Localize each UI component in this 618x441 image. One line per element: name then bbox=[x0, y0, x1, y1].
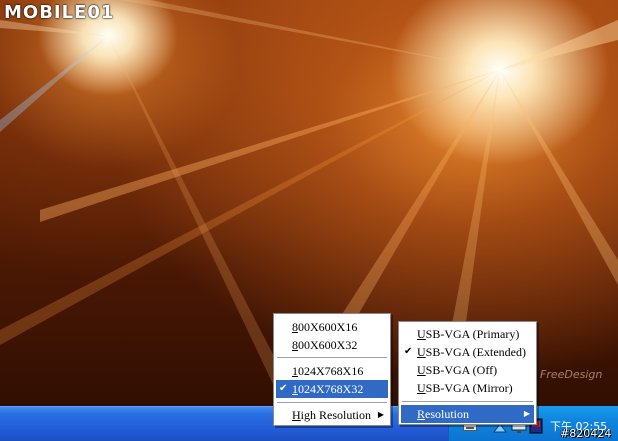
menu-item-label: 024X768X32 bbox=[298, 382, 364, 396]
menu-item-label: SB-VGA (Primary) bbox=[425, 327, 520, 341]
menu-item-1024x768x16[interactable]: 1024X768X16 bbox=[276, 362, 388, 380]
menu-item-800x600x16[interactable]: 800X600X16 bbox=[276, 318, 388, 336]
accel-char: H bbox=[292, 408, 301, 422]
menu-separator bbox=[277, 402, 387, 403]
mobile01-logo: MOBILE01 bbox=[4, 2, 115, 23]
menu-item-label: 024X768X16 bbox=[298, 364, 364, 378]
watermark-text: FreeDesign bbox=[540, 368, 603, 381]
accel-char: U bbox=[417, 345, 426, 359]
menu-item-label: 00X600X16 bbox=[298, 320, 358, 334]
accel-char: U bbox=[417, 381, 426, 395]
menu-item-usb-vga-mirror[interactable]: USB-VGA (Mirror) bbox=[401, 379, 534, 397]
id-badge: #820424 bbox=[560, 427, 612, 440]
accel-char: U bbox=[417, 363, 426, 377]
menu-separator bbox=[402, 401, 533, 402]
menu-item-label: 00X600X32 bbox=[298, 338, 358, 352]
menu-item-800x600x32[interactable]: 800X600X32 bbox=[276, 336, 388, 354]
checkmark-icon: ✔ bbox=[279, 383, 288, 394]
menu-item-usb-vga-primary[interactable]: USB-VGA (Primary) bbox=[401, 325, 534, 343]
menu-item-label: igh Resolution bbox=[300, 408, 372, 422]
submenu-arrow-icon: ▶ bbox=[523, 409, 530, 418]
menu-item-usb-vga-off[interactable]: USB-VGA (Off) bbox=[401, 361, 534, 379]
menu-item-1024x768x32[interactable]: ✔ 1024X768X32 bbox=[276, 380, 388, 398]
usb-vga-menu: USB-VGA (Primary) ✔ USB-VGA (Extended) U… bbox=[398, 321, 537, 425]
accel-char: R bbox=[417, 407, 426, 421]
menu-item-label: SB-VGA (Off) bbox=[425, 363, 498, 377]
menu-separator bbox=[277, 357, 387, 358]
accel-char: U bbox=[417, 327, 426, 341]
menu-item-label: esolution bbox=[425, 407, 470, 421]
menu-item-resolution[interactable]: Resolution ▶ bbox=[401, 405, 534, 423]
menu-item-label: SB-VGA (Extended) bbox=[425, 345, 526, 359]
menu-item-high-resolution[interactable]: High Resolution ▶ bbox=[276, 406, 388, 424]
checkmark-icon: ✔ bbox=[404, 346, 413, 357]
menu-item-usb-vga-extended[interactable]: ✔ USB-VGA (Extended) bbox=[401, 343, 534, 361]
submenu-arrow-icon: ▶ bbox=[377, 410, 384, 419]
resolution-submenu: 800X600X16 800X600X32 1024X768X16 ✔ 1024… bbox=[273, 313, 391, 426]
menu-item-label: SB-VGA (Mirror) bbox=[425, 381, 513, 395]
